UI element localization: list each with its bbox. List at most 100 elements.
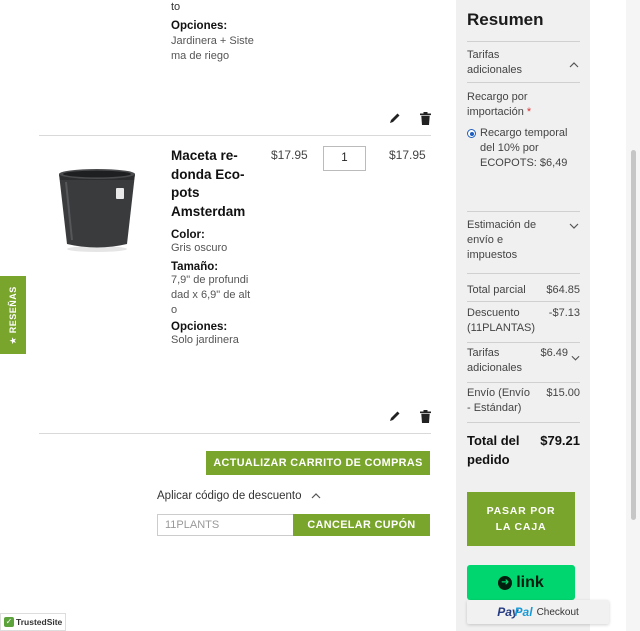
summary-divider: [467, 342, 580, 343]
paypal-logo-pal: Pal: [514, 605, 533, 619]
discount-label-line-1: Descuento: [467, 307, 520, 319]
shipping-estimate-toggle[interactable]: Estimación de envío e impuestos: [467, 218, 580, 263]
fees-label-line-1: Tarifas: [467, 347, 500, 359]
subtotal-row: Total parcial $64.85: [467, 283, 580, 298]
reviews-tab-label: ★ RESEÑAS: [7, 285, 18, 345]
order-total-row: Total del pedido $79.21: [467, 431, 580, 469]
trash-icon: [419, 111, 431, 125]
subtotal-value: $64.85: [546, 284, 580, 296]
reviews-tab[interactable]: ★ RESEÑAS: [0, 276, 26, 354]
cancel-coupon-button[interactable]: CANCELAR CUPÓN: [293, 514, 430, 536]
fees-label-line-2: adicionales: [467, 362, 523, 374]
color-value: Gris oscuro: [171, 242, 228, 254]
trustedsite-label: TrustedSite: [16, 617, 63, 627]
discount-toggle-label: Aplicar código de descuento: [157, 490, 302, 502]
fees-row[interactable]: Tarifas adicionales $6.49: [467, 346, 580, 376]
surcharge-option-line-1: Recargo temporal: [480, 127, 568, 139]
size-label: Tamaño:: [171, 261, 219, 273]
discount-row: Descuento (11PLANTAS) -$7.13: [467, 306, 580, 336]
cart-item-1-partial-text: to: [171, 1, 181, 13]
pencil-icon: [390, 113, 400, 123]
order-total-label-line-2: pedido: [467, 452, 510, 467]
summary-divider: [467, 422, 580, 423]
order-summary: Resumen Tarifas adicionales Recargo por …: [456, 0, 590, 631]
order-total-label-line-1: Total del: [467, 433, 520, 448]
checkout-label-line-1: PASAR POR: [486, 505, 556, 517]
summary-divider: [467, 301, 580, 302]
link-pay-label: link: [516, 573, 544, 591]
color-label: Color:: [171, 229, 205, 241]
quantity-input[interactable]: 1: [323, 146, 366, 171]
surcharge-option-line-2: del 10% por: [480, 142, 539, 154]
summary-divider: [467, 211, 580, 212]
surcharge-option-line-3: ECOPOTS: $6,49: [480, 157, 568, 169]
delete-item-2-button[interactable]: [418, 409, 432, 423]
delete-item-1-button[interactable]: [418, 111, 432, 125]
subtotal-label: Total parcial: [467, 284, 526, 296]
surcharge-option[interactable]: Recargo temporal del 10% por ECOPOTS: $6…: [467, 126, 580, 171]
order-total-value: $79.21: [540, 433, 580, 448]
cart-bottom-divider: [39, 433, 431, 434]
product-name[interactable]: Maceta re- donda Eco- pots Amsterdam: [171, 147, 253, 221]
item-divider: [39, 135, 431, 136]
fees-value: $6.49: [540, 347, 568, 359]
chevron-up-icon: [568, 60, 580, 70]
required-mark: *: [526, 106, 532, 118]
discount-value: -$7.13: [548, 307, 580, 319]
shipping-title-line-2: envío e: [467, 234, 504, 246]
paypal-checkout-button[interactable]: PayPal Checkout: [467, 600, 609, 624]
check-icon: ✓: [4, 617, 14, 627]
cart-item-2-actions: [388, 408, 432, 424]
product-name-line-3: pots: [171, 185, 200, 200]
chevron-down-icon: [571, 355, 580, 361]
trash-icon: [419, 409, 431, 423]
product-image-pot[interactable]: [52, 160, 142, 255]
import-surcharge-label: Recargo por importación *: [467, 90, 580, 120]
cart-item-1-options-line-1: Jardinera + Siste: [171, 35, 254, 47]
summary-divider: [467, 382, 580, 383]
discount-label-line-2: (11PLANTAS): [467, 322, 536, 334]
additional-fees-toggle[interactable]: Tarifas adicionales: [467, 48, 580, 78]
paypal-checkout-label: Checkout: [536, 606, 579, 618]
chevron-down-icon: [568, 221, 580, 231]
options-value: Solo jardinera: [171, 334, 239, 346]
cart-item-1-options-label: Opciones:: [171, 20, 228, 32]
shipping-label-line-1: Envío (Envío: [467, 387, 530, 399]
cart-item-2-details: Color: Gris oscuro Tamaño: 7,9" de profu…: [171, 229, 253, 348]
checkout-label-line-2: LA CAJA: [495, 521, 547, 533]
update-cart-button[interactable]: ACTUALIZAR CARRITO DE COMPRAS: [206, 451, 430, 475]
shipping-label-line-2: - Estándar): [467, 402, 522, 414]
trustedsite-badge[interactable]: ✓ TrustedSite: [0, 613, 66, 631]
shipping-title-line-1: Estimación de: [467, 219, 537, 231]
size-value-line-3: o: [171, 304, 178, 316]
link-pay-button[interactable]: ➜ link: [467, 565, 575, 600]
product-name-line-1: Maceta re-: [171, 148, 238, 163]
summary-title: Resumen: [467, 10, 544, 29]
summary-divider: [467, 273, 580, 274]
summary-divider: [467, 41, 580, 42]
discount-code-toggle[interactable]: Aplicar código de descuento: [157, 490, 321, 502]
line-subtotal: $17.95: [389, 148, 426, 162]
size-value-line-1: 7,9" de profundi: [171, 274, 249, 286]
options-label: Opciones:: [171, 321, 228, 333]
product-name-line-4: Amsterdam: [171, 203, 246, 219]
size-value-line-2: dad x 6,9" de alt: [171, 289, 251, 301]
edit-item-1-button[interactable]: [388, 111, 402, 125]
arrow-right-icon: ➜: [498, 575, 513, 590]
shipping-row: Envío (Envío - Estándar) $15.00: [467, 386, 580, 416]
product-name-line-2: donda Eco-: [171, 166, 245, 182]
edit-item-2-button[interactable]: [388, 409, 402, 423]
scrollbar-thumb[interactable]: [631, 150, 636, 520]
shipping-value: $15.00: [546, 387, 580, 399]
cart-item-1-details: to Opciones: Jardinera + Siste ma de rie…: [171, 0, 261, 64]
summary-divider: [467, 82, 580, 83]
discount-code-input[interactable]: 11PLANTS: [157, 514, 294, 536]
cart-item-1-actions: [388, 110, 432, 126]
chevron-up-icon: [311, 493, 320, 499]
surcharge-label-line-1: Recargo por: [467, 91, 528, 103]
pencil-icon: [390, 411, 400, 421]
radio-selected-icon[interactable]: [467, 129, 476, 138]
surcharge-label-line-2: importación: [467, 106, 524, 118]
fees-title-line-2: adicionales: [467, 64, 523, 76]
checkout-button[interactable]: PASAR POR LA CAJA: [467, 492, 575, 546]
